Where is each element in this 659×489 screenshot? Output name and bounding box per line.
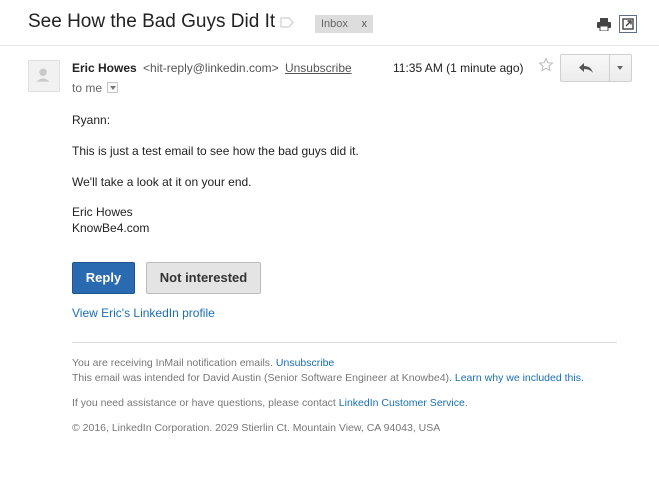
message-timestamp: 11:35 AM (1 minute ago)	[393, 61, 524, 75]
body-paragraph: This is just a test email to see how the…	[72, 144, 359, 158]
footer-intended-text: This email was intended for David Austin…	[72, 372, 452, 384]
footer-intended: This email was intended for David Austin…	[72, 371, 584, 385]
footer-copyright: © 2016, LinkedIn Corporation. 2029 Stier…	[72, 422, 441, 434]
reply-cta-button[interactable]: Reply	[72, 262, 135, 294]
sender-name[interactable]: Eric Howes	[72, 61, 137, 75]
to-me-label: to me	[72, 81, 103, 95]
chevron-down-icon[interactable]	[107, 82, 119, 93]
more-options-button[interactable]	[610, 55, 631, 81]
reply-button[interactable]	[561, 55, 610, 81]
avatar	[28, 60, 60, 92]
reply-arrow-icon	[579, 63, 593, 73]
signature-company: KnowBe4.com	[72, 221, 150, 235]
customer-service-link[interactable]: LinkedIn Customer Service	[339, 397, 465, 409]
footer-period: .	[464, 397, 468, 409]
avatar-placeholder-icon	[36, 68, 50, 82]
subject-bar: See How the Bad Guys Did It Inbox x	[0, 0, 659, 46]
footer-unsubscribe-link[interactable]: Unsubscribe	[276, 357, 334, 369]
recipient-line: to me	[72, 81, 119, 95]
header-unsubscribe-link[interactable]: Unsubscribe	[285, 61, 352, 75]
signature-name: Eric Howes	[72, 205, 133, 219]
print-icon[interactable]	[597, 18, 611, 31]
label-tag-icon[interactable]	[280, 17, 294, 28]
footer-assistance-text: If you need assistance or have questions…	[72, 397, 336, 409]
popout-icon[interactable]	[619, 15, 637, 33]
email-subject: See How the Bad Guys Did It	[28, 11, 276, 32]
inbox-label: Inbox	[321, 18, 348, 30]
greeting: Ryann:	[72, 113, 111, 127]
sender-line: Eric Howes <hit-reply@linkedin.com> Unsu…	[72, 61, 352, 75]
sender-email: <hit-reply@linkedin.com>	[143, 61, 279, 75]
view-profile-link[interactable]: View Eric's LinkedIn profile	[72, 306, 215, 320]
learn-why-link[interactable]: Learn why we included this.	[455, 372, 584, 384]
inbox-label-chip: Inbox x	[315, 15, 373, 33]
footer-notice: You are receiving InMail notification em…	[72, 356, 334, 370]
star-icon[interactable]	[538, 57, 554, 73]
footer-divider	[72, 342, 617, 343]
footer-assistance: If you need assistance or have questions…	[72, 396, 468, 410]
reply-button-group	[560, 54, 632, 82]
footer-notice-text: You are receiving InMail notification em…	[72, 357, 273, 369]
remove-label-button[interactable]: x	[362, 15, 368, 33]
body-paragraph: We'll take a look at it on your end.	[72, 175, 252, 189]
not-interested-button[interactable]: Not interested	[146, 262, 261, 294]
